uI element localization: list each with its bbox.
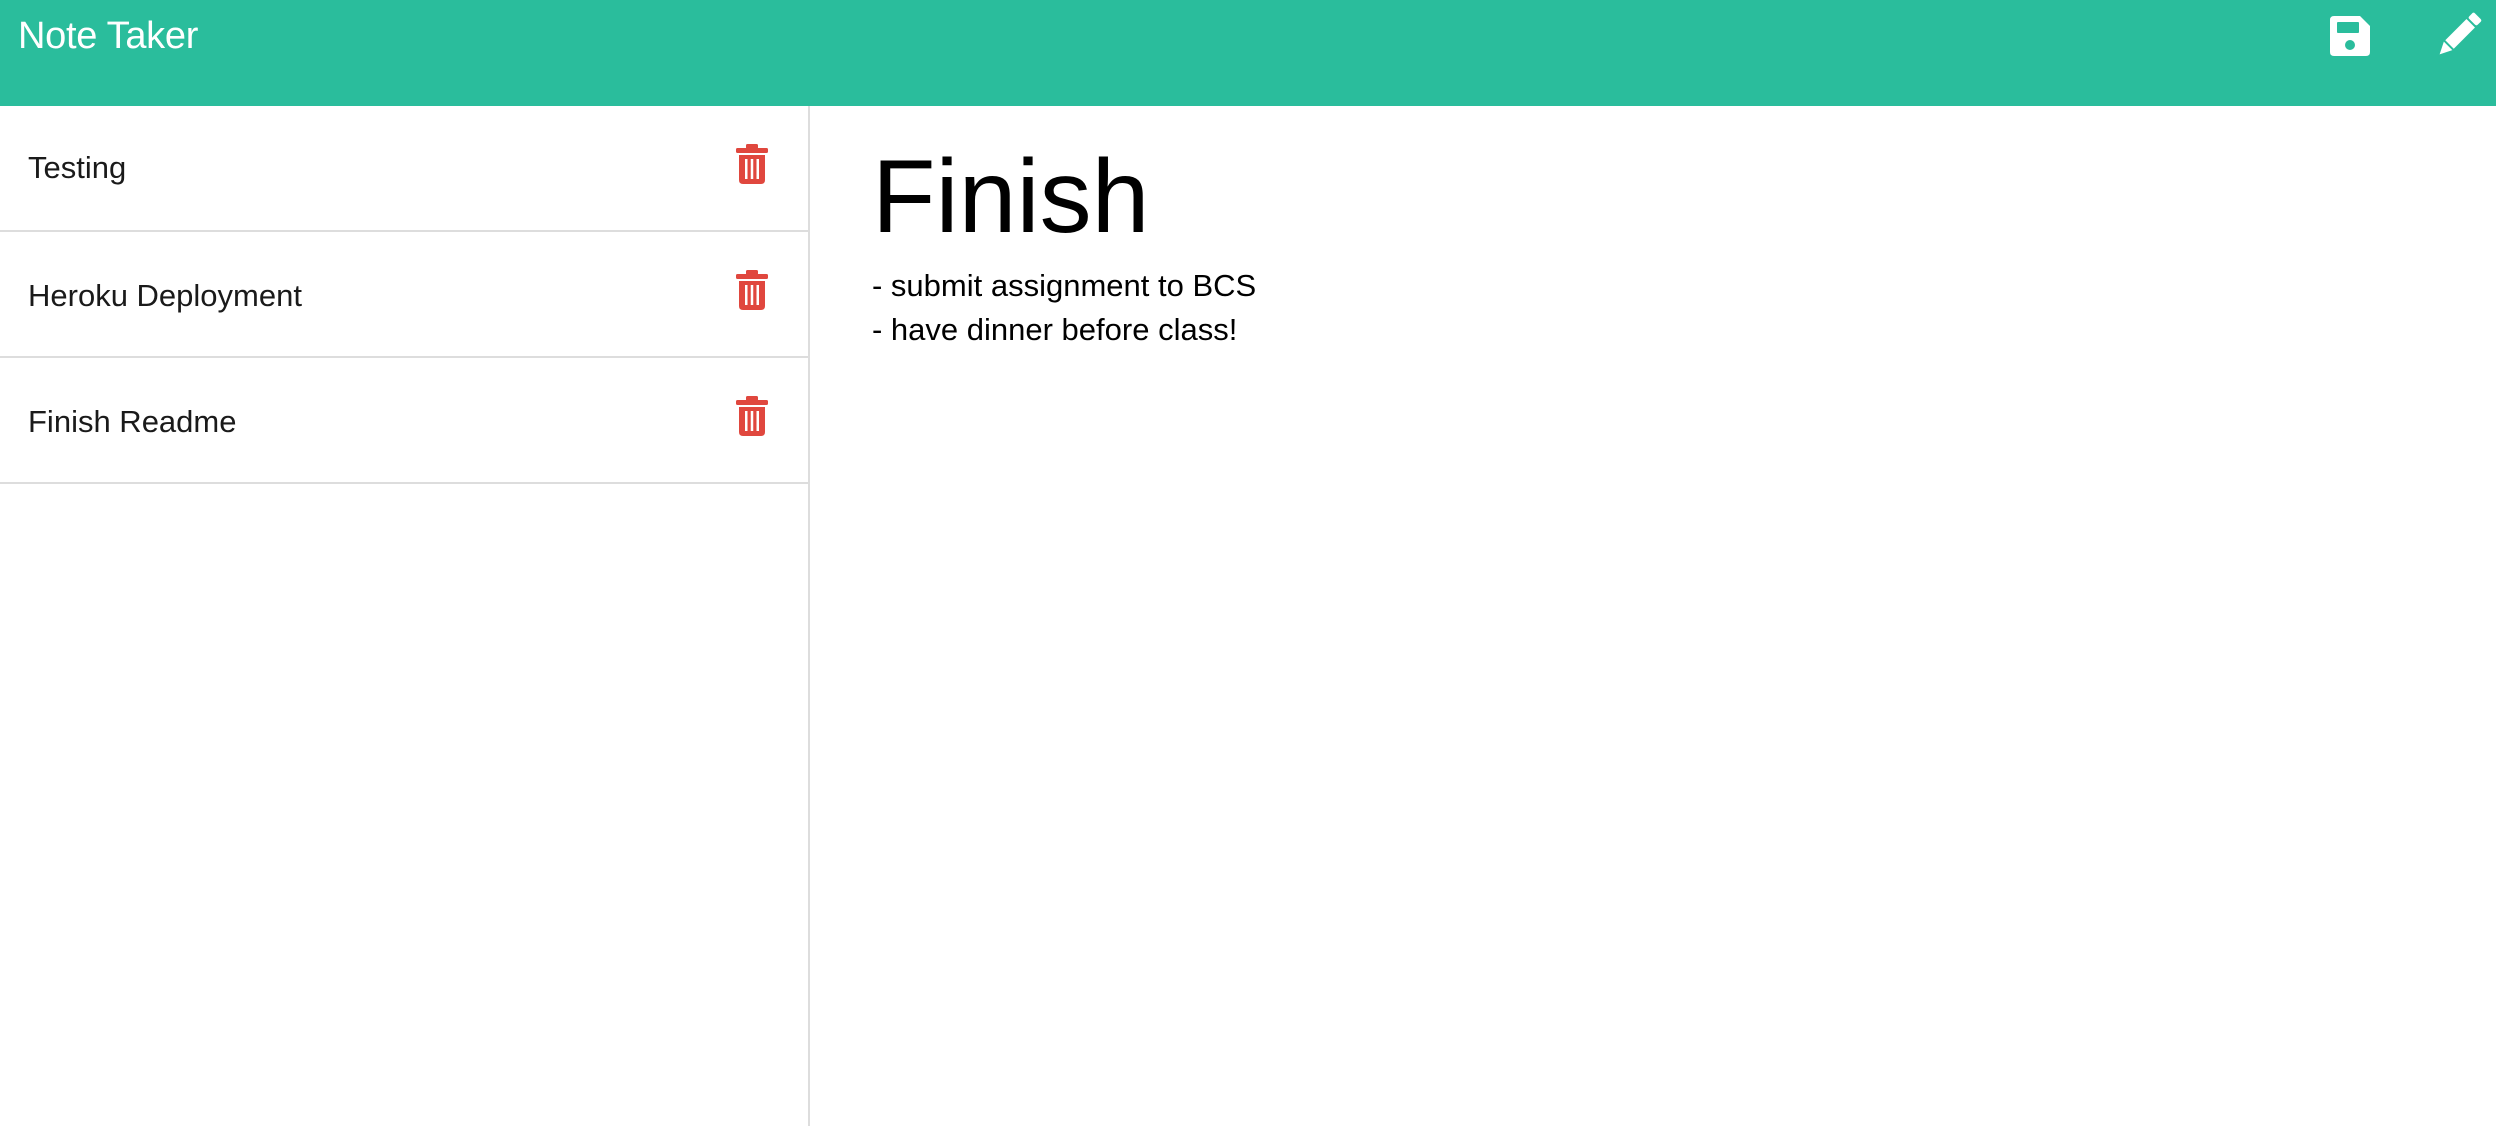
save-icon xyxy=(2330,16,2370,56)
navbar: Note Taker xyxy=(0,0,2496,106)
note-list-item[interactable]: Testing xyxy=(0,106,808,230)
note-title-input[interactable]: Finish xyxy=(872,134,2432,260)
app-title[interactable]: Note Taker xyxy=(18,10,198,62)
trash-icon xyxy=(736,270,768,310)
note-item-title: Testing xyxy=(28,150,127,185)
notes-sidebar: Testing Heroku Deployment Finish Readme xyxy=(0,106,810,1126)
trash-icon xyxy=(736,144,768,184)
note-text-area[interactable]: - submit assignment to BCS - have dinner… xyxy=(872,264,2432,1084)
delete-note-button[interactable] xyxy=(732,142,772,186)
note-item-title: Finish Readme xyxy=(28,404,237,439)
pencil-icon xyxy=(2439,12,2482,55)
delete-note-button[interactable] xyxy=(732,394,772,438)
note-item-title: Heroku Deployment xyxy=(28,278,302,313)
note-list: Testing Heroku Deployment Finish Readme xyxy=(0,106,808,484)
delete-note-button[interactable] xyxy=(732,268,772,312)
note-text-line: - have dinner before class! xyxy=(872,312,1238,347)
trash-icon xyxy=(736,396,768,436)
note-list-item[interactable]: Heroku Deployment xyxy=(0,230,808,356)
note-text-line: - submit assignment to BCS xyxy=(872,268,1257,303)
note-list-item[interactable]: Finish Readme xyxy=(0,356,808,482)
save-note-button[interactable] xyxy=(2322,8,2378,64)
note-editor: Finish - submit assignment to BCS - have… xyxy=(812,106,2496,1126)
new-note-button[interactable] xyxy=(2430,8,2486,64)
